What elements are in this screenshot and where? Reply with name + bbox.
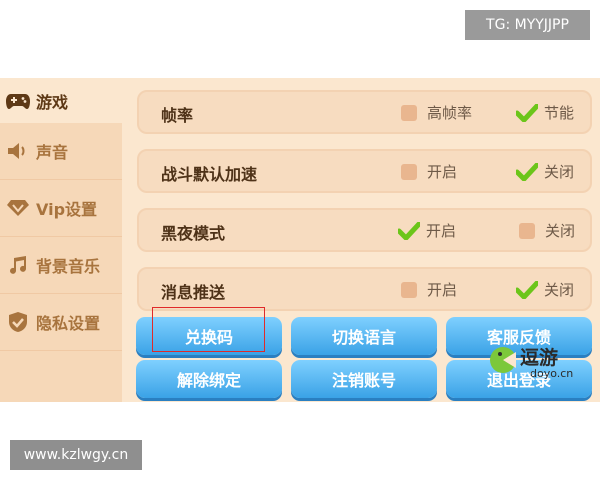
gamepad-icon: [6, 89, 30, 113]
setting-label: 战斗默认加速: [161, 165, 258, 184]
option-off[interactable]: 关闭: [516, 161, 575, 182]
highlight-box: [152, 307, 265, 352]
sidebar-item-label: 背景音乐: [36, 257, 101, 276]
logo-text-en: doyo.cn: [530, 367, 574, 380]
setting-label: 帧率: [161, 106, 194, 125]
sidebar-item-vip[interactable]: Vip设置: [0, 180, 122, 237]
sidebar-item-sound[interactable]: 声音: [0, 123, 122, 180]
option-on[interactable]: 开启: [398, 220, 457, 241]
option-on[interactable]: 开启: [401, 161, 457, 182]
checkbox-empty[interactable]: [401, 104, 417, 121]
sidebar-item-label: 游戏: [36, 92, 69, 112]
setting-row-night-mode: 黑夜模式 开启 关闭: [137, 208, 592, 252]
watermark-top: TG: MYYJJPP: [465, 10, 590, 40]
diamond-icon: [6, 196, 30, 220]
option-high-framerate[interactable]: 高帧率: [401, 102, 472, 123]
setting-label: 黑夜模式: [161, 224, 226, 243]
option-label: 开启: [427, 281, 458, 299]
check-icon[interactable]: [398, 221, 420, 240]
setting-row-framerate: 帧率 高帧率 节能: [137, 90, 592, 134]
sidebar-item-music[interactable]: 背景音乐: [0, 237, 122, 294]
setting-label: 消息推送: [161, 283, 226, 302]
option-label: 关闭: [544, 281, 575, 299]
option-label: 关闭: [545, 222, 576, 240]
sidebar-item-label: 声音: [36, 143, 69, 162]
settings-panel: 游戏 声音 Vip设置 背景音乐 隐私设置 帧率 高帧率 节能 战斗默认加速 开…: [0, 78, 600, 402]
switch-language-button[interactable]: 切换语言: [291, 317, 437, 355]
option-power-saving[interactable]: 节能: [516, 102, 575, 123]
option-on[interactable]: 开启: [401, 279, 457, 300]
logo-text-cn: 逗游: [520, 347, 559, 369]
watermark-bottom: www.kzlwgy.cn: [10, 440, 142, 470]
checkbox-empty[interactable]: [401, 281, 417, 298]
checkbox-empty[interactable]: [401, 163, 417, 180]
option-label: 关闭: [544, 163, 575, 181]
sidebar-item-label: 隐私设置: [36, 314, 101, 333]
setting-row-battle-speed: 战斗默认加速 开启 关闭: [137, 149, 592, 193]
music-note-icon: [6, 253, 30, 277]
option-off[interactable]: 关闭: [516, 279, 575, 300]
cancel-account-button[interactable]: 注销账号: [291, 360, 437, 398]
unbind-button[interactable]: 解除绑定: [136, 360, 282, 398]
check-icon[interactable]: [516, 280, 538, 299]
option-label: 开启: [427, 163, 458, 181]
setting-row-push-notifications: 消息推送 开启 关闭: [137, 267, 592, 311]
check-icon[interactable]: [516, 103, 538, 122]
shield-check-icon: [6, 310, 30, 334]
sidebar: 游戏 声音 Vip设置 背景音乐 隐私设置: [0, 78, 135, 402]
option-off[interactable]: 关闭: [519, 220, 575, 241]
doyo-logo: 逗游 doyo.cn: [486, 335, 596, 395]
option-label: 节能: [544, 104, 575, 122]
option-label: 开启: [426, 222, 457, 240]
sidebar-item-game[interactable]: 游戏: [0, 78, 135, 123]
sidebar-item-privacy[interactable]: 隐私设置: [0, 294, 122, 351]
doyo-logo-icon: [490, 347, 516, 373]
option-label: 高帧率: [427, 104, 473, 122]
check-icon[interactable]: [516, 162, 538, 181]
sidebar-item-label: Vip设置: [36, 200, 98, 219]
speaker-icon: [6, 139, 30, 163]
checkbox-empty[interactable]: [519, 222, 535, 239]
